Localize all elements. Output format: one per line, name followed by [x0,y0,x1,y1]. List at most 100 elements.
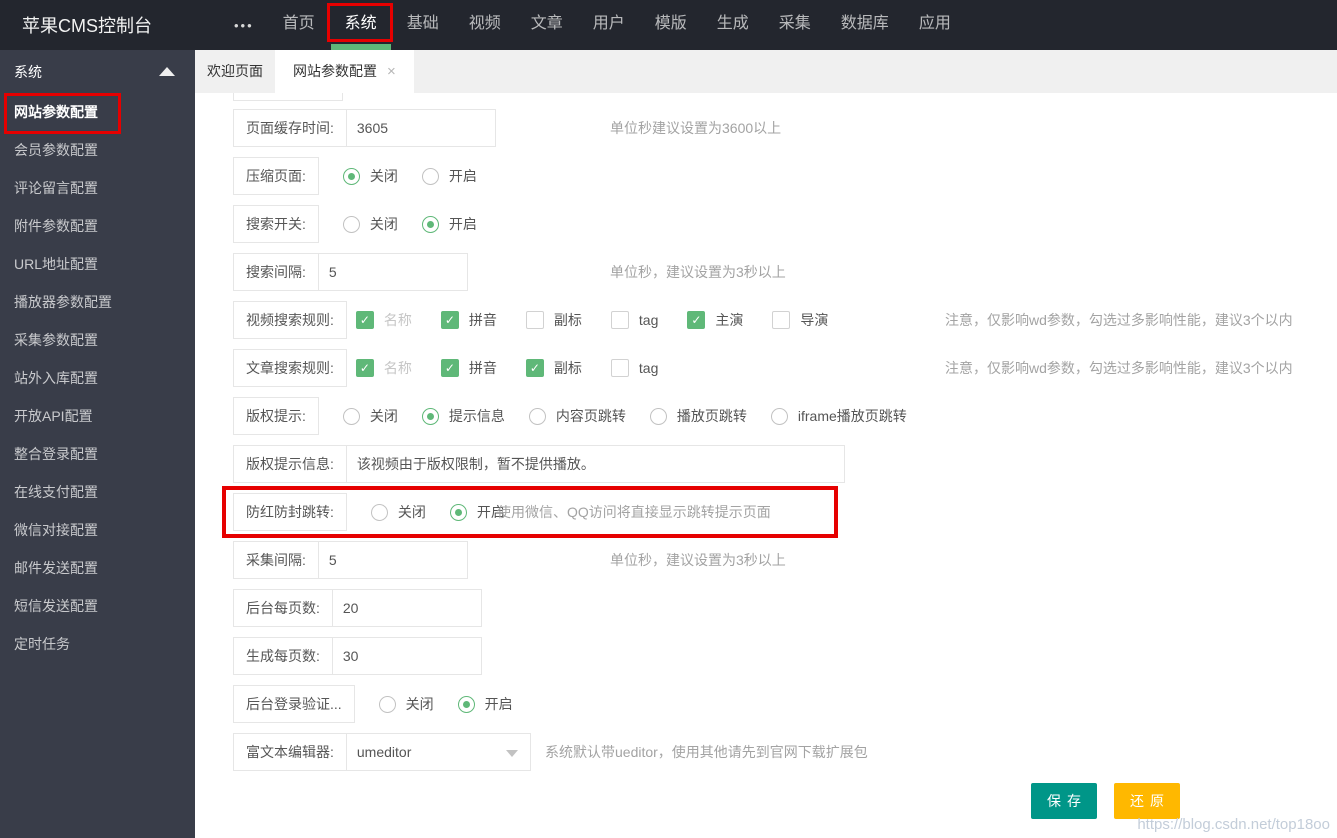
video-rule-pinyin-checkbox[interactable]: ✓ 拼音 [440,310,497,330]
checkbox-icon: ✓ [525,359,544,377]
tab-label: 网站参数配置 [293,63,377,79]
sidebar-item-open-api[interactable]: 开放API配置 [0,397,195,435]
sidebar-item-sms-send[interactable]: 短信发送配置 [0,587,195,625]
restore-button[interactable]: 还原 [1114,783,1180,819]
compress-off-radio[interactable]: 关闭 [342,166,398,186]
rich-editor-label: 富文本编辑器: [233,733,347,771]
video-rule-name-checkbox[interactable]: ✓ 名称 [355,310,412,330]
checkbox-icon: ✓ [440,311,459,329]
sidebar-item-cron-task[interactable]: 定时任务 [0,625,195,663]
row-search-switch: 搜索开关: 关闭 开启 [233,205,1337,243]
nav-item-article[interactable]: 文章 [516,0,578,50]
nav-item-home[interactable]: 首页 [268,0,330,50]
check-icon: ✓ [359,361,370,375]
video-rule-actor-checkbox[interactable]: ✓ 主演 [687,310,743,330]
sidebar-item-comment-config[interactable]: 评论留言配置 [0,169,195,207]
make-page-size-label: 生成每页数: [233,637,333,675]
copyright-label: 版权提示: [233,397,319,435]
checkbox-icon [772,311,791,329]
checkbox-icon: ✓ [355,311,374,329]
radio-icon [342,167,360,185]
nav-item-generate[interactable]: 生成 [702,0,764,50]
nav-item-database[interactable]: 数据库 [826,0,904,50]
tab-welcome[interactable]: 欢迎页面 [195,50,275,93]
copyright-content-jump-radio[interactable]: 内容页跳转 [528,406,626,426]
article-rule-tag-checkbox[interactable]: tag [610,359,658,377]
make-page-size-input[interactable]: 30 [331,637,482,675]
copyright-off-radio[interactable]: 关闭 [342,406,398,426]
anti-block-off-radio[interactable]: 关闭 [370,502,426,522]
video-rule-director-checkbox[interactable]: 导演 [772,310,828,330]
settings-form: 页面缓存时间: 3605 单位秒建议设置为3600以上 压缩页面: 关闭 开启 … [195,93,1337,838]
nav-item-system[interactable]: 系统 [330,0,392,50]
watermark-text: https://blog.csdn.net/top18oo [1137,816,1330,833]
close-icon[interactable]: × [387,50,396,93]
copyright-radio-group: 关闭 提示信息 内容页跳转 播放页跳转 iframe播放页跳转 [342,406,931,426]
compress-on-radio[interactable]: 开启 [421,166,477,186]
search-on-radio[interactable]: 开启 [421,214,477,234]
search-off-radio[interactable]: 关闭 [342,214,398,234]
sidebar-item-external-storage[interactable]: 站外入库配置 [0,359,195,397]
sidebar-item-player-params[interactable]: 播放器参数配置 [0,283,195,321]
sidebar-group-system[interactable]: 系统 [0,50,195,93]
sidebar-item-member-params[interactable]: 会员参数配置 [0,131,195,169]
article-search-rule-hint: 注意，仅影响wd参数，勾选过多影响性能，建议3个以内 [945,360,1293,376]
copyright-iframe-jump-radio[interactable]: iframe播放页跳转 [770,406,907,426]
row-compress-page: 压缩页面: 关闭 开启 [233,157,1337,195]
nav-item-basic[interactable]: 基础 [392,0,454,50]
sidebar-item-online-payment[interactable]: 在线支付配置 [0,473,195,511]
rich-editor-select[interactable]: umeditor [345,733,531,771]
sidebar-item-wechat-connect[interactable]: 微信对接配置 [0,511,195,549]
radio-icon [528,407,546,425]
login-verify-on-radio[interactable]: 开启 [457,694,513,714]
tab-bar: 欢迎页面 网站参数配置 × [195,50,1337,93]
rich-editor-selected-value: umeditor [356,744,412,760]
login-verify-off-radio[interactable]: 关闭 [378,694,434,714]
radio-icon [421,167,439,185]
check-icon: ✓ [359,313,370,327]
sidebar-item-url-config[interactable]: URL地址配置 [0,245,195,283]
collect-interval-input[interactable]: 5 [317,541,468,579]
row-article-search-rule: 文章搜索规则: ✓ 名称 ✓ 拼音 ✓ 副标 tag 注意，仅影响wd参数，勾选… [233,349,1337,387]
top-bar: 苹果CMS控制台 ••• 首页 系统 基础 视频 文章 用户 模版 生成 采集 … [0,0,1337,50]
row-search-interval: 搜索间隔: 5 单位秒，建议设置为3秒以上 [233,253,1337,291]
article-rule-pinyin-checkbox[interactable]: ✓ 拼音 [440,358,497,378]
row-copyright-msg: 版权提示信息: 该视频由于版权限制，暂不提供播放。 [233,445,1337,483]
more-menu-icon[interactable]: ••• [234,18,254,33]
video-search-rule-label: 视频搜索规则: [233,301,347,339]
save-button[interactable]: 保存 [1031,783,1097,819]
radio-icon [421,215,439,233]
anti-block-label: 防红防封跳转: [233,493,347,531]
cache-time-hint: 单位秒建议设置为3600以上 [610,120,782,136]
app-title: 苹果CMS控制台 [22,16,152,36]
sidebar-item-integrated-login[interactable]: 整合登录配置 [0,435,195,473]
sidebar-item-email-send[interactable]: 邮件发送配置 [0,549,195,587]
radio-icon [449,503,467,521]
sidebar-item-attachment-params[interactable]: 附件参数配置 [0,207,195,245]
video-rule-tag-checkbox[interactable]: tag [610,311,658,329]
cache-time-input[interactable]: 3605 [345,109,496,147]
article-rule-subtitle-checkbox[interactable]: ✓ 副标 [525,358,582,378]
nav-item-video[interactable]: 视频 [454,0,516,50]
search-interval-input[interactable]: 5 [317,253,468,291]
admin-page-size-label: 后台每页数: [233,589,333,627]
sidebar-item-collect-params[interactable]: 采集参数配置 [0,321,195,359]
nav-item-user[interactable]: 用户 [578,0,640,50]
nav-item-template[interactable]: 模版 [640,0,702,50]
sidebar: 系统 网站参数配置 会员参数配置 评论留言配置 附件参数配置 URL地址配置 播… [0,50,195,838]
copyright-msg-input[interactable]: 该视频由于版权限制，暂不提供播放。 [345,445,845,483]
tab-site-params[interactable]: 网站参数配置 × [275,50,414,93]
nav-item-collect[interactable]: 采集 [764,0,826,50]
video-rule-subtitle-checkbox[interactable]: 副标 [525,310,582,330]
search-switch-radio-group: 关闭 开启 [342,214,501,234]
copyright-play-jump-radio[interactable]: 播放页跳转 [649,406,747,426]
article-rule-name-checkbox[interactable]: ✓ 名称 [355,358,412,378]
sidebar-item-site-params[interactable]: 网站参数配置 [0,93,195,131]
copyright-message-radio[interactable]: 提示信息 [421,406,505,426]
sidebar-group-label: 系统 [14,63,42,80]
admin-page-size-input[interactable]: 20 [331,589,482,627]
nav-item-app[interactable]: 应用 [904,0,966,50]
main-area: 欢迎页面 网站参数配置 × 页面缓存时间: 3605 单位秒建议设置为3600以… [195,50,1337,838]
search-interval-hint: 单位秒，建议设置为3秒以上 [610,264,786,280]
checkbox-icon [525,311,544,329]
